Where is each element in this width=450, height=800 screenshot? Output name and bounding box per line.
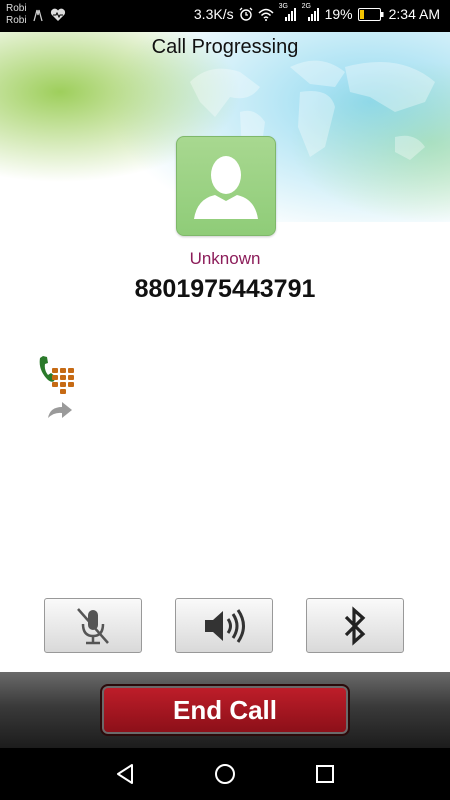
carrier-line-2: Robi (6, 15, 27, 26)
alarm-icon (239, 7, 253, 21)
signal-2g: 2G (302, 3, 320, 21)
carrier-names: Robi Robi (6, 3, 27, 27)
back-icon[interactable] (113, 762, 137, 786)
status-notification-icons (32, 8, 66, 22)
signal-bars-icon (284, 8, 296, 21)
bluetooth-button[interactable] (306, 598, 404, 653)
wifi-icon (258, 8, 274, 21)
call-side-actions (36, 352, 82, 424)
call-status-title: Call Progressing (151, 36, 299, 58)
call-screen: Call Progressing Unknown 8801975443791 (0, 32, 450, 672)
clock: 2:34 AM (388, 6, 440, 22)
status-right: 3.3K/s 3G 2G 19% 2:34 AM (193, 3, 440, 22)
person-silhouette-icon (194, 156, 258, 219)
network-speed: 3.3K/s (193, 6, 234, 22)
end-call-button[interactable]: End Call (100, 684, 350, 736)
system-navigation-bar (0, 748, 450, 800)
status-bar: Robi Robi 3.3K/s 3G 2G 19% 2:34 AM (0, 0, 450, 32)
battery-percent: 19% (324, 6, 353, 22)
bluetooth-icon (344, 605, 366, 646)
speaker-icon (205, 608, 245, 643)
signal-bars-icon (307, 8, 319, 21)
carrier-line-1: Robi (6, 3, 27, 14)
pray-icon (33, 9, 43, 22)
heart-pulse-icon (50, 8, 66, 21)
battery-icon (357, 7, 384, 21)
phone-number: 8801975443791 (134, 275, 316, 303)
signal-3g: 3G (279, 3, 297, 21)
dialpad-icon[interactable] (36, 352, 82, 398)
forward-arrow-icon[interactable] (44, 398, 76, 422)
contact-avatar (176, 136, 276, 236)
mic-muted-icon (77, 607, 109, 644)
speaker-button[interactable] (175, 598, 273, 653)
mute-button[interactable] (44, 598, 142, 653)
home-icon[interactable] (213, 762, 237, 786)
contact-name: Unknown (189, 249, 261, 268)
recents-icon[interactable] (313, 762, 337, 786)
